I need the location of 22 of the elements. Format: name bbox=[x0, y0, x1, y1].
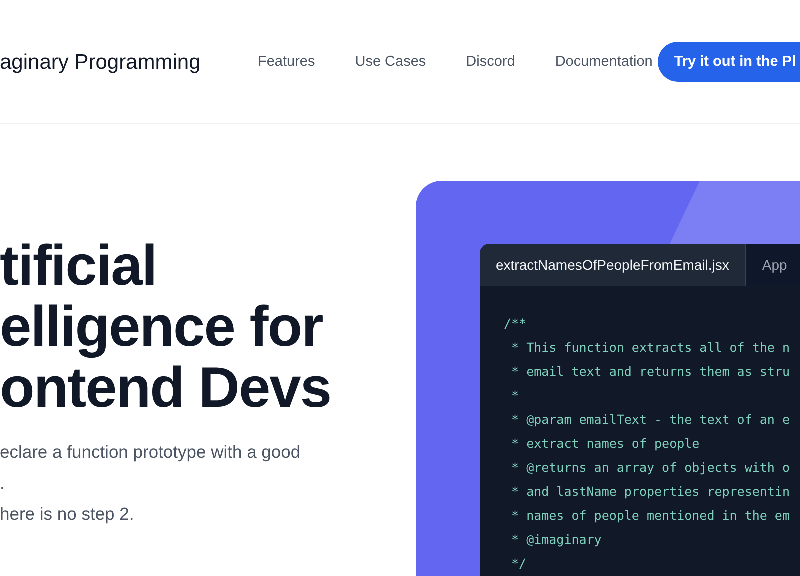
hero-heading: tificial elligence for ontend Devs bbox=[0, 236, 332, 419]
nav-link[interactable]: Features bbox=[258, 54, 316, 70]
code-line: * @imaginary bbox=[510, 531, 603, 549]
code-line: * names of people mentioned in the em bbox=[510, 507, 791, 525]
hero-paragraph: here is no step 2. bbox=[0, 503, 136, 526]
code-line: * bbox=[510, 387, 520, 405]
try-it-out-button[interactable]: Try it out in the Pl bbox=[658, 42, 800, 82]
code-line: * This function extracts all of the n bbox=[510, 339, 791, 357]
nav-link[interactable]: Documentation bbox=[555, 54, 653, 70]
code-line: * @returns an array of objects with o bbox=[510, 459, 791, 477]
hero-paragraph: eclare a function prototype with a good . bbox=[0, 441, 302, 495]
code-line: * email text and returns them as stru bbox=[510, 363, 791, 381]
code-line: * and lastName properties representin bbox=[510, 483, 791, 501]
nav-link[interactable]: Discord bbox=[466, 54, 516, 70]
file-tab[interactable]: extractNamesOfPeopleFromEmail.jsx bbox=[480, 244, 746, 286]
code-line: * extract names of people bbox=[510, 435, 701, 453]
file-tab[interactable]: App bbox=[746, 244, 800, 286]
site-logo-text[interactable]: aginary Programming bbox=[0, 50, 258, 74]
nav-link[interactable]: Use Cases bbox=[355, 54, 426, 70]
code-line: */ bbox=[510, 555, 528, 573]
code-line: /** bbox=[504, 315, 528, 333]
code-line: * @param emailText - the text of an e bbox=[510, 411, 791, 429]
